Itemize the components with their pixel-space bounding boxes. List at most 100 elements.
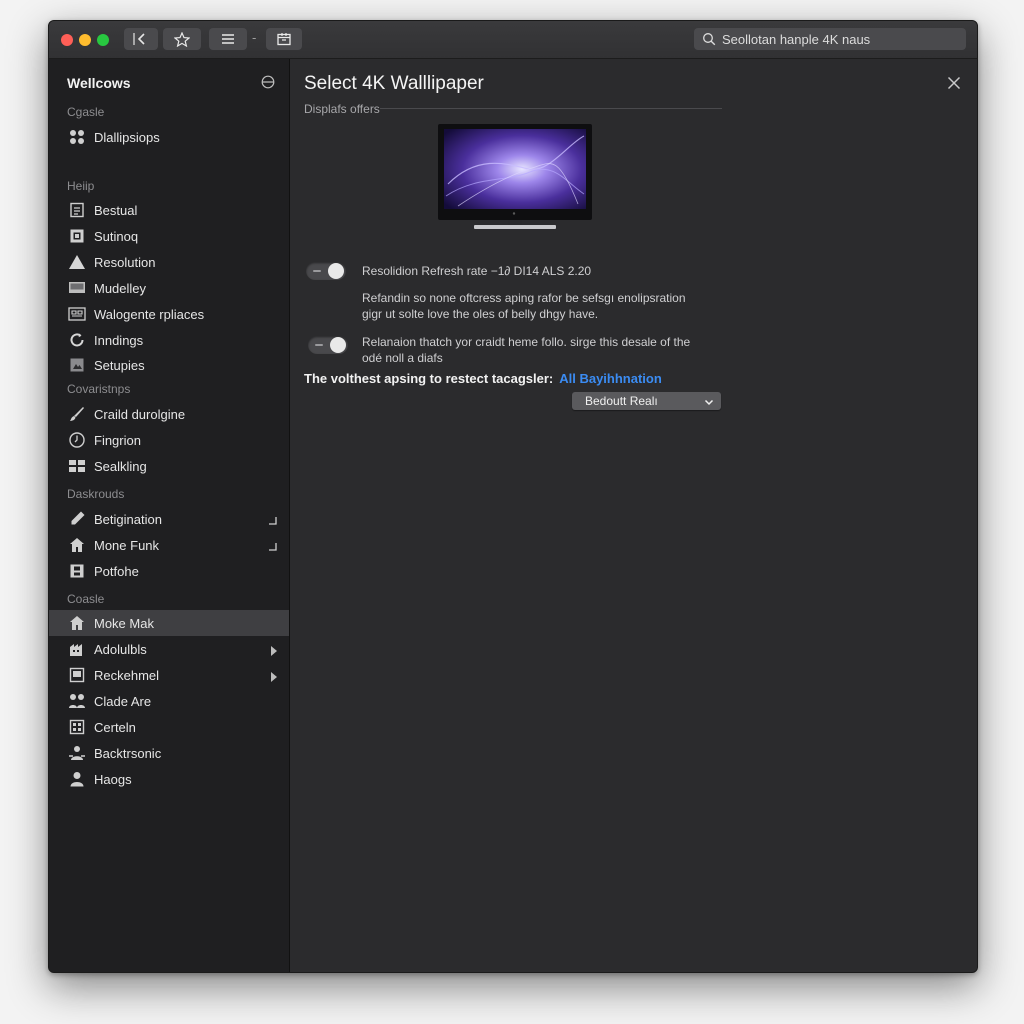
select-value: Bedoutt Realı [585, 394, 658, 408]
sidebar-item-inndings[interactable]: Inndings [49, 327, 289, 353]
sidebar-item-bestual[interactable]: Bestual [49, 197, 289, 223]
sidebar-title: Wellcows [67, 75, 131, 91]
section-subtitle: Displafs offers [304, 102, 380, 116]
sidebar-item-adolulbls[interactable]: Adolulbls [49, 636, 289, 662]
sidebar-item-haogs[interactable]: Haogs [49, 766, 289, 792]
screen-icon [68, 666, 86, 684]
title-bar: - Seollotan hanple 4K naus [49, 21, 977, 59]
search-placeholder: Seollotan hanple 4K naus [722, 31, 871, 47]
calendar-icon [276, 32, 292, 46]
sidebar-item-label: Reckehmel [94, 667, 160, 683]
grid-icon [68, 305, 86, 323]
sidebar-item-setupies[interactable]: Setupies [49, 352, 289, 378]
refresh-rate-toggle[interactable] [306, 262, 346, 280]
app-window: - Seollotan hanple 4K naus Wellcows Cgas… [48, 20, 978, 973]
sidebar-item-label: Haogs [94, 771, 132, 787]
sidebar-item-label: Backtrsonic [94, 745, 162, 761]
list-icon [220, 33, 236, 45]
maximize-window-button[interactable] [97, 34, 109, 46]
star-icon [174, 31, 190, 47]
sidebar-item-label: Potfohe [94, 563, 139, 579]
all-options-link[interactable]: All Bayihhnation [559, 371, 662, 386]
sidebar-item-betigination[interactable]: Betigination [49, 506, 289, 532]
sidebar-item-backtrsonic[interactable]: Backtrsonic [49, 740, 289, 766]
description-line: odé noll a diafs [362, 351, 443, 365]
close-window-button[interactable] [61, 34, 73, 46]
wallpaper-preview-image[interactable] [438, 124, 592, 234]
monitor-icon [68, 279, 86, 297]
minimize-window-button[interactable] [79, 34, 91, 46]
chevron-right-icon[interactable] [271, 644, 277, 659]
sidebar-item-label: Resolution [94, 254, 156, 270]
sidebar-item-fingrion[interactable]: Fingrion [49, 427, 289, 453]
sidebar-item-sealkling[interactable]: Sealkling [49, 453, 289, 479]
sidebar-item-resolution[interactable]: Resolution [49, 249, 289, 275]
sidebar-item-label: Setupies [94, 357, 145, 373]
corner-icon [269, 539, 277, 554]
prompt-text: The volthest apsing to restect tacagsler… [304, 371, 554, 386]
wallpaper-select[interactable]: Bedoutt Realı [572, 392, 721, 410]
sidebar-section-label: Daskrouds [67, 487, 125, 501]
sidebar-item-walogente-rpliaces[interactable]: Walogente rpliaces [49, 301, 289, 327]
sidebar-item-label: Betigination [94, 511, 162, 527]
refresh-icon [68, 331, 86, 349]
sidebar-item-label: Mudelley [94, 280, 147, 296]
group-icon [68, 744, 86, 762]
sidebar-section-label: Covaristnps [67, 382, 131, 396]
back-arrow-icon [131, 32, 151, 46]
sidebar-section-label: Coasle [67, 592, 105, 606]
search-icon [702, 32, 716, 46]
home-icon [68, 614, 86, 632]
description-line: gigr ut solte love the oles of belly dhg… [362, 307, 599, 321]
sidebar-item-dlallipsiops[interactable]: Dlallipsiops [49, 124, 289, 150]
search-field[interactable]: Seollotan hanple 4K naus [694, 28, 966, 50]
description-line: Refandin so none oftcress aping rafor be… [362, 291, 686, 305]
save-icon [68, 562, 86, 580]
sidebar: Wellcows Cgasle Dlallipsiops Heiip Bestu… [49, 59, 290, 972]
sidebar-item-craild-durolgine[interactable]: Craild durolgine [49, 401, 289, 427]
divider [380, 108, 722, 109]
match-toggle[interactable] [308, 336, 348, 354]
image-icon [68, 356, 86, 374]
sidebar-item-label: Clade Are [94, 693, 152, 709]
sidebar-item-label: Dlallipsiops [94, 129, 160, 145]
favorite-button[interactable] [163, 28, 201, 50]
sidebar-item-label: Fingrion [94, 432, 141, 448]
chevron-down-icon [704, 396, 714, 410]
sidebar-item-label: Sutinoq [94, 228, 139, 244]
building-icon [68, 640, 86, 658]
collapse-icon[interactable] [261, 75, 275, 94]
sidebar-item-label: Moke Mak [94, 615, 154, 631]
sidebar-item-label: Sealkling [94, 458, 147, 474]
chevron-right-icon[interactable] [271, 670, 277, 685]
user-icon [68, 770, 86, 788]
grid-icon [68, 718, 86, 736]
sidebar-item-label: Mone Funk [94, 537, 160, 553]
triangle-icon [68, 253, 86, 271]
close-icon[interactable] [947, 76, 961, 95]
brush-icon [68, 405, 86, 423]
sidebar-item-clade-are[interactable]: Clade Are [49, 688, 289, 714]
back-button[interactable] [124, 28, 158, 50]
selection-prompt: The volthest apsing to restect tacagsler… [304, 371, 662, 386]
sidebar-item-label: Certeln [94, 719, 136, 735]
table-icon [68, 457, 86, 475]
toolbar-separator: - [252, 30, 257, 45]
panel-icon [68, 227, 86, 245]
sidebar-item-label: Adolulbls [94, 641, 147, 657]
corner-icon [269, 513, 277, 528]
people-icon [68, 692, 86, 710]
sidebar-item-label: Walogente rpliaces [94, 306, 205, 322]
sidebar-item-reckehmel[interactable]: Reckehmel [49, 662, 289, 688]
sidebar-section-label: Heiip [67, 179, 95, 193]
sidebar-item-potfohe[interactable]: Potfohe [49, 558, 289, 584]
list-view-button[interactable] [209, 28, 247, 50]
calendar-button[interactable] [266, 28, 302, 50]
sidebar-item-label: Bestual [94, 202, 138, 218]
sidebar-item-sutinoq[interactable]: Sutinoq [49, 223, 289, 249]
sidebar-item-mone-funk[interactable]: Mone Funk [49, 532, 289, 558]
document-icon [68, 201, 86, 219]
sidebar-item-moke-mak[interactable]: Moke Mak [49, 610, 289, 636]
sidebar-item-certeln[interactable]: Certeln [49, 714, 289, 740]
sidebar-item-mudelley[interactable]: Mudelley [49, 275, 289, 301]
